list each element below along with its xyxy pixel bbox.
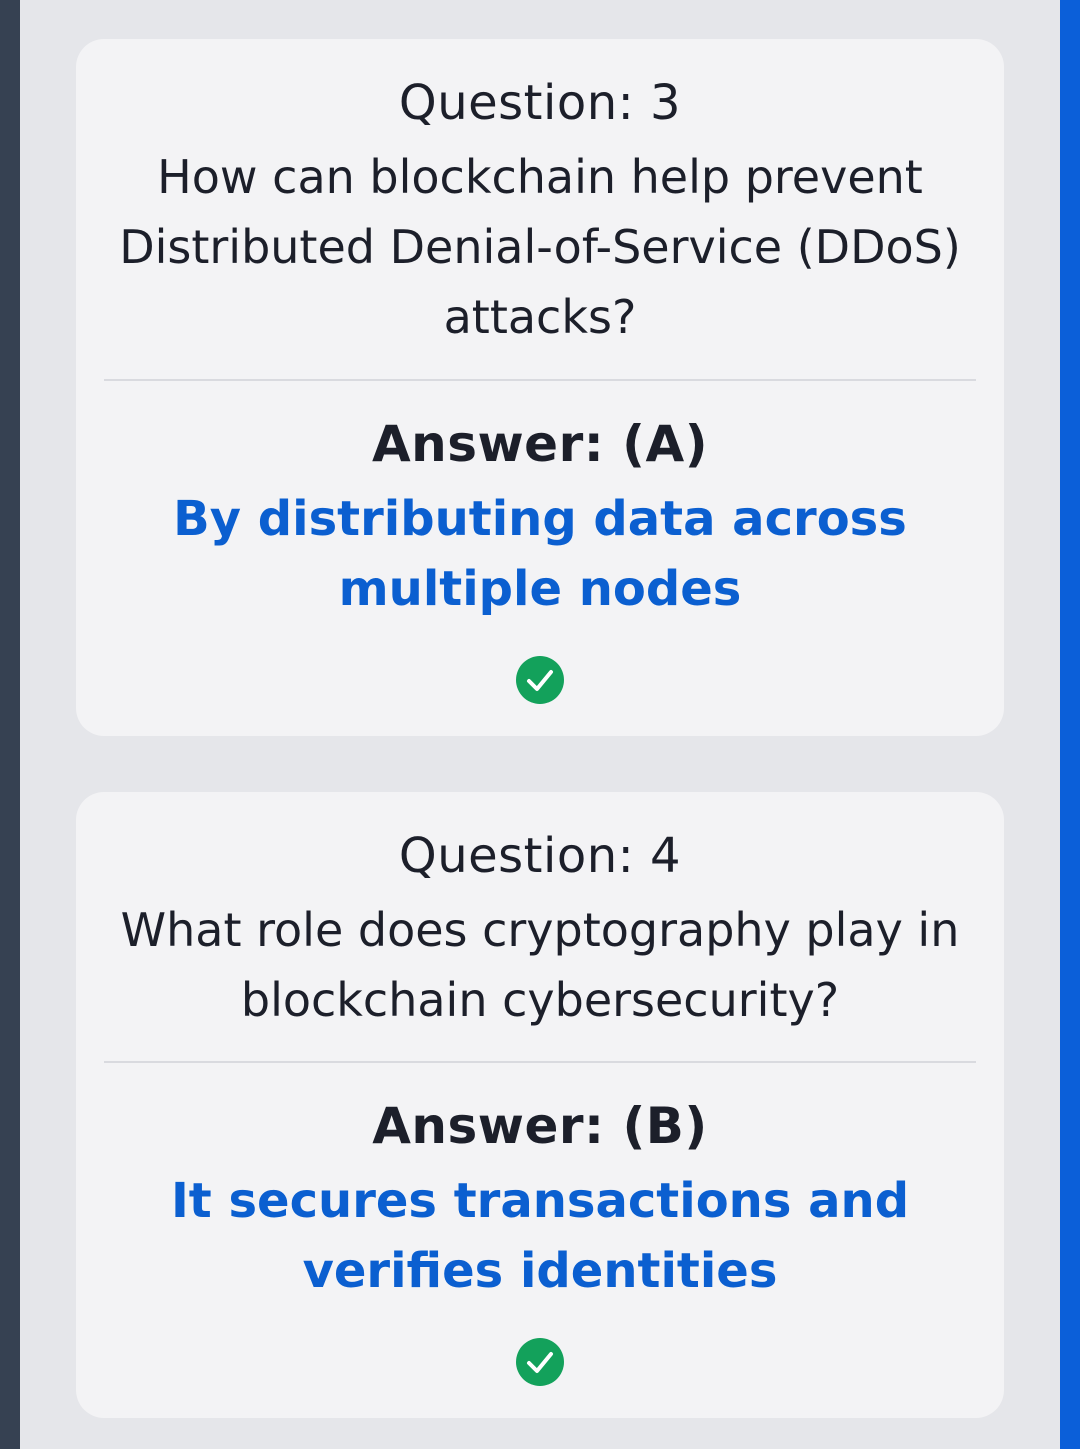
question-text: How can blockchain help prevent Distribu… [119,150,961,344]
question-text: What role does cryptography play in bloc… [120,903,960,1027]
question-number: Question: 4 [398,828,682,884]
right-scroll-accent [1060,0,1080,1449]
answer-text: By distributing data across multiple nod… [173,491,907,617]
divider [104,1061,976,1063]
results-list[interactable]: Question: 3 How can blockchain help prev… [20,0,1060,1449]
answer-label: Answer: (B) [372,1097,708,1155]
answer-text: It secures transactions and verifies ide… [170,1173,910,1299]
question-card: Question: 4 What role does cryptography … [76,792,1004,1418]
check-circle-icon [516,656,564,704]
left-rail [0,0,20,1449]
divider [104,379,976,381]
question-number: Question: 3 [398,75,682,131]
answer-label: Answer: (A) [371,415,709,473]
check-circle-icon [516,1338,564,1386]
question-card: Question: 3 How can blockchain help prev… [76,39,1004,736]
